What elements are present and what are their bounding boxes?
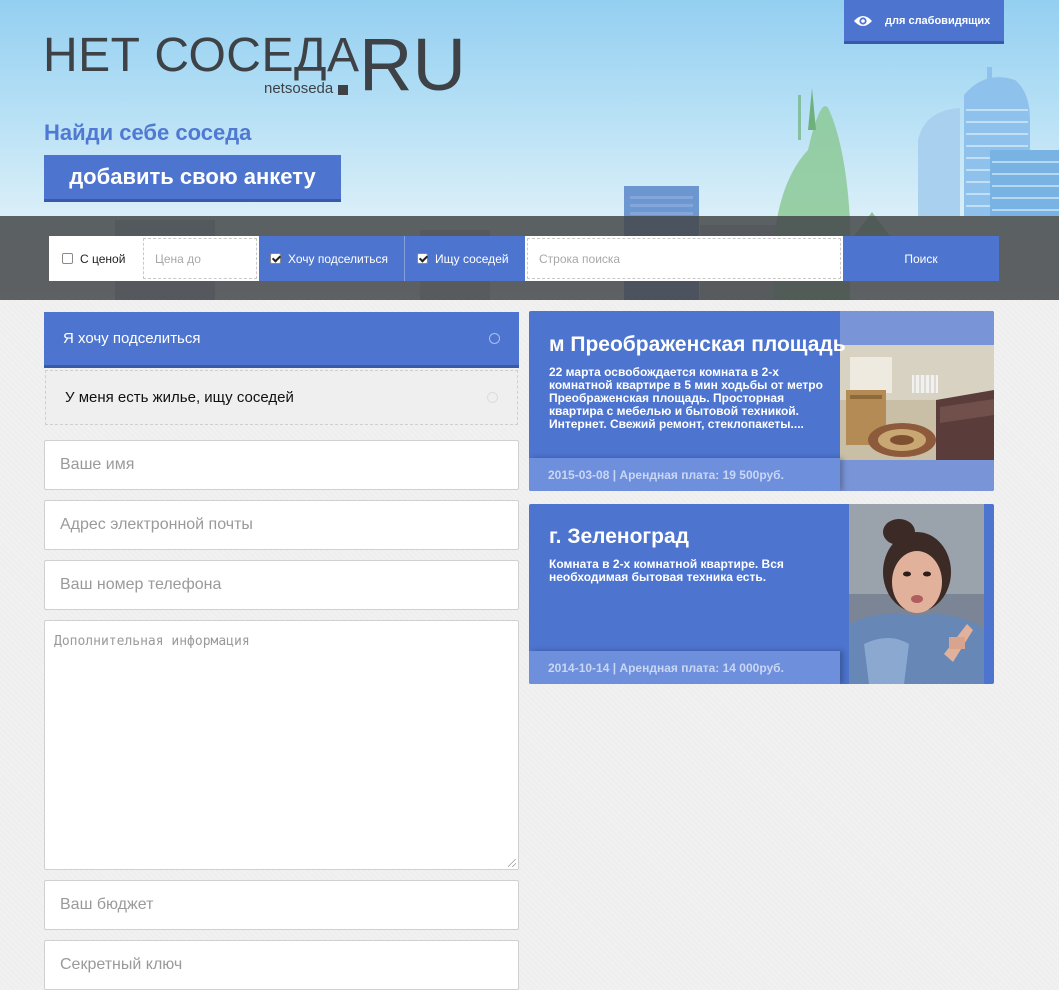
want-share-checkbox[interactable] (270, 253, 281, 264)
listing-footer: 2015-03-08 | Арендная плата: 19 500руб. (529, 458, 840, 491)
budget-field[interactable]: Ваш бюджет (44, 880, 519, 930)
resize-grip-icon[interactable] (508, 859, 516, 867)
name-field[interactable]: Ваше имя (44, 440, 519, 490)
profile-photo (849, 504, 984, 684)
secret-key-field[interactable]: Секретный ключ (44, 940, 519, 990)
price-input[interactable]: Цена до (143, 238, 257, 279)
filter-seek-neighbors[interactable]: Ищу соседей (405, 236, 525, 281)
card-photo-band-bottom (840, 460, 994, 491)
with-price-label: С ценой (80, 251, 126, 266)
extra-info-textarea[interactable]: Дополнительная информация (44, 620, 519, 870)
logo-suffix: RU (359, 23, 466, 106)
site-logo[interactable]: НЕТ СОСЕДА RU netsoseda (43, 28, 483, 108)
room-photo (840, 345, 994, 460)
add-profile-button[interactable]: добавить свою анкету (44, 155, 341, 199)
phone-field[interactable]: Ваш номер телефона (44, 560, 519, 610)
filter-want-share[interactable]: Хочу подселиться (259, 236, 405, 281)
search-input-wrap: Строка поиска (525, 236, 843, 281)
search-input[interactable]: Строка поиска (527, 238, 841, 279)
logo-text: НЕТ СОСЕДА (43, 29, 360, 82)
listing-description: 22 марта освобождается комната в 2-х ком… (549, 365, 823, 431)
filter-with-price[interactable]: С ценой (49, 236, 141, 281)
listing-card[interactable]: г. Зеленоград Комната в 2-х комнатной кв… (529, 504, 994, 684)
seek-neighbors-checkbox[interactable] (417, 253, 428, 264)
option-have-housing-label: У меня есть жилье, ищу соседей (65, 389, 294, 406)
option-want-share-radio[interactable] (489, 333, 500, 344)
option-have-housing[interactable]: У меня есть жилье, ищу соседей (45, 370, 518, 425)
search-button[interactable]: Поиск (843, 236, 999, 281)
listing-footer: 2014-10-14 | Арендная плата: 14 000руб. (529, 651, 840, 684)
logo-subtitle: netsoseda (264, 80, 334, 97)
with-price-checkbox[interactable] (62, 253, 73, 264)
logo-dot (338, 85, 348, 95)
email-field[interactable]: Адрес электронной почты (44, 500, 519, 550)
option-want-share[interactable]: Я хочу подселиться (44, 312, 519, 365)
listing-title[interactable]: м Преображенская площадь (549, 334, 846, 355)
listing-title[interactable]: г. Зеленоград (549, 526, 689, 547)
search-bar: С ценой Цена до Хочу подселиться Ищу сос… (49, 236, 999, 281)
price-input-wrap: Цена до (141, 236, 259, 281)
option-have-housing-radio[interactable] (487, 392, 498, 403)
card-photo-band-top (840, 311, 994, 345)
eye-icon (854, 15, 872, 26)
seek-neighbors-label: Ищу соседей (435, 251, 509, 266)
listing-card[interactable]: м Преображенская площадь 22 марта освобо… (529, 311, 994, 491)
listing-description: Комната в 2-х комнатной квартире. Вся не… (549, 557, 784, 584)
tagline: Найди себе соседа (44, 120, 252, 145)
accessibility-label: для слабовидящих (885, 14, 991, 27)
extra-info-placeholder: Дополнительная информация (54, 634, 250, 649)
accessibility-button[interactable]: для слабовидящих (844, 0, 1004, 41)
option-want-share-label: Я хочу подселиться (63, 330, 201, 347)
want-share-label: Хочу подселиться (288, 251, 389, 266)
